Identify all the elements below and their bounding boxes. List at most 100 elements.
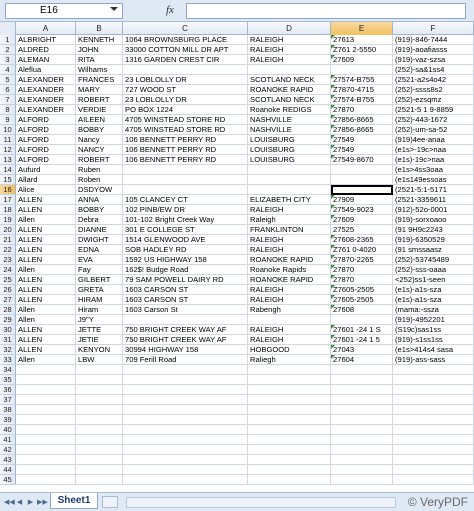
cell-f[interactable]: (e1s>4ss3oaa	[393, 165, 474, 175]
cell-a[interactable]: ALEXANDER	[16, 105, 76, 115]
cell-f[interactable]: (919)-846-7444	[393, 35, 474, 45]
cell-d[interactable]: ELIZABETH CITY	[248, 195, 331, 205]
cell-c[interactable]	[123, 445, 248, 455]
cell-a[interactable]: Allen	[16, 315, 76, 325]
cell-f[interactable]: <252)ss1-seen	[393, 275, 474, 285]
cell-c[interactable]: 1603 CARSON ST	[123, 295, 248, 305]
cell-f[interactable]: (S19c)sas1ss	[393, 325, 474, 335]
cell-a[interactable]: ALFORD	[16, 155, 76, 165]
cell-c[interactable]: 1316 GARDEN CREST CIR	[123, 55, 248, 65]
cell-a[interactable]: ALEXANDER	[16, 85, 76, 95]
cell-d[interactable]: LOUISBURG	[248, 145, 331, 155]
error-indicator-icon[interactable]	[331, 135, 335, 139]
cell-d[interactable]: RALEIGH	[248, 325, 331, 335]
error-indicator-icon[interactable]	[331, 105, 335, 109]
row-header[interactable]: 32	[0, 345, 16, 355]
row-header[interactable]: 11	[0, 135, 16, 145]
cell-a[interactable]	[16, 375, 76, 385]
cell-f[interactable]	[393, 375, 474, 385]
cell-b[interactable]: Debra	[76, 215, 123, 225]
cell-b[interactable]: KENNETH	[76, 35, 123, 45]
cell-c[interactable]: 23 LOBLOLLY DR	[123, 95, 248, 105]
cell-c[interactable]: 102 PINB/EW DR	[123, 205, 248, 215]
error-indicator-icon[interactable]	[331, 145, 335, 149]
cell-d[interactable]: ROANOKE RAPID	[248, 275, 331, 285]
cell-b[interactable]: DSDYOW	[76, 185, 123, 195]
cell-d[interactable]: RALEIGH	[248, 205, 331, 215]
cell-a[interactable]	[16, 445, 76, 455]
cell-a[interactable]: ALLEN	[16, 195, 76, 205]
cell-a[interactable]: Allen	[16, 355, 76, 365]
cell-f[interactable]: (91 smssaasz	[393, 245, 474, 255]
cell-f[interactable]: (252)-ssss8s2	[393, 85, 474, 95]
cell-a[interactable]: ALFORD	[16, 145, 76, 155]
row-header[interactable]: 30	[0, 325, 16, 335]
cell-e[interactable]: 27525	[331, 225, 393, 235]
cell-f[interactable]: (2521-5:1-5171	[393, 185, 474, 195]
cell-c[interactable]: 750 BRIGHT CREEK WAY AF	[123, 335, 248, 345]
error-indicator-icon[interactable]	[331, 235, 335, 239]
row-header[interactable]: 29	[0, 315, 16, 325]
error-indicator-icon[interactable]	[331, 355, 335, 359]
column-header-c[interactable]: C	[123, 22, 248, 35]
cell-d[interactable]: HOBGOOD	[248, 345, 331, 355]
cell-b[interactable]	[76, 445, 123, 455]
cell-f[interactable]: (919)-sorxoaoo	[393, 215, 474, 225]
error-indicator-icon[interactable]	[331, 205, 335, 209]
error-indicator-icon[interactable]	[331, 285, 335, 289]
cell-b[interactable]: JETIE	[76, 335, 123, 345]
cell-c[interactable]: 106 BENNETT PERRY RD	[123, 145, 248, 155]
cell-f[interactable]: (2521-5 1 9-8859	[393, 105, 474, 115]
row-header[interactable]: 28	[0, 305, 16, 315]
cell-d[interactable]: RALEIGH	[248, 35, 331, 45]
cell-b[interactable]: ANNA	[76, 195, 123, 205]
cell-f[interactable]	[393, 425, 474, 435]
cell-b[interactable]: JOHN	[76, 45, 123, 55]
cell-d[interactable]	[248, 175, 331, 185]
cell-f[interactable]: (mama:-ssza	[393, 305, 474, 315]
cell-e[interactable]: 27608	[331, 305, 393, 315]
cell-d[interactable]	[248, 435, 331, 445]
cell-e[interactable]	[331, 365, 393, 375]
error-indicator-icon[interactable]	[331, 345, 335, 349]
cell-e[interactable]: 27574-B755	[331, 95, 393, 105]
row-header[interactable]: 25	[0, 275, 16, 285]
cell-e[interactable]: 27601 -24 1 5	[331, 335, 393, 345]
cell-b[interactable]	[76, 415, 123, 425]
cell-f[interactable]: (e1s)-a1s-sza	[393, 285, 474, 295]
cell-c[interactable]: 4705 WINSTEAD STORE RD	[123, 125, 248, 135]
error-indicator-icon[interactable]	[331, 325, 335, 329]
cell-b[interactable]	[76, 395, 123, 405]
cell-b[interactable]: BOBBY	[76, 205, 123, 215]
cell-a[interactable]: ALEMAN	[16, 55, 76, 65]
error-indicator-icon[interactable]	[331, 195, 335, 199]
column-header-e[interactable]: E	[331, 22, 393, 35]
cell-d[interactable]	[248, 475, 331, 485]
cell-e[interactable]: 27604	[331, 355, 393, 365]
cell-f[interactable]: (e1s>414s4 sasa	[393, 345, 474, 355]
error-indicator-icon[interactable]	[331, 115, 335, 119]
cell-b[interactable]: MARY	[76, 85, 123, 95]
cell-c[interactable]	[123, 435, 248, 445]
error-indicator-icon[interactable]	[331, 295, 335, 299]
row-header[interactable]: 34	[0, 365, 16, 375]
cell-e[interactable]: 27909	[331, 195, 393, 205]
cell-c[interactable]: 301 E COLLEGE ST	[123, 225, 248, 235]
cell-b[interactable]: LBW	[76, 355, 123, 365]
function-icon[interactable]: fx	[166, 4, 174, 16]
cell-e[interactable]: 27856-8665	[331, 115, 393, 125]
cell-e[interactable]: 27870	[331, 275, 393, 285]
select-all-corner[interactable]	[0, 22, 16, 35]
row-header[interactable]: 42	[0, 445, 16, 455]
cell-e[interactable]	[331, 165, 393, 175]
cell-b[interactable]: DWIGHT	[76, 235, 123, 245]
cell-b[interactable]: ROBERT	[76, 155, 123, 165]
cell-f[interactable]	[393, 455, 474, 465]
cell-e[interactable]: 27601 -24 1 S	[331, 325, 393, 335]
row-header[interactable]: 4	[0, 65, 16, 75]
row-header[interactable]: 12	[0, 145, 16, 155]
cell-e[interactable]: Z7870-4715	[331, 85, 393, 95]
cell-b[interactable]	[76, 455, 123, 465]
cell-d[interactable]	[248, 365, 331, 375]
cell-e[interactable]: 27043	[331, 345, 393, 355]
